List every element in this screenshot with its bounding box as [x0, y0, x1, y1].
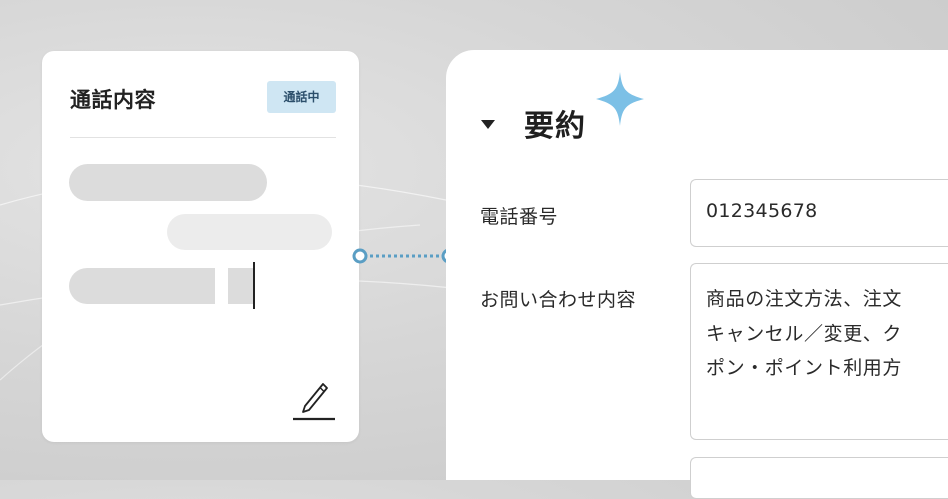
message-bubble — [69, 268, 215, 304]
caret-down-icon[interactable] — [480, 118, 496, 130]
call-transcript-card: 通話内容 通話中 — [42, 51, 359, 442]
inquiry-line: 商品の注文方法、注文 — [706, 288, 903, 310]
summary-title: 要約 — [524, 109, 586, 144]
additional-field[interactable] — [690, 457, 948, 499]
inquiry-line: ポン・ポイント利用方 — [706, 357, 903, 379]
phone-number-field[interactable]: 012345678 — [690, 179, 948, 247]
connector-dotted-link — [352, 248, 457, 264]
message-bubble — [69, 164, 267, 201]
inquiry-text: 商品の注文方法、注文 キャンセル／変更、ク ポン・ポイント利用方 — [706, 282, 948, 386]
inquiry-line: キャンセル／変更、ク — [706, 322, 903, 345]
message-bubble-partial — [228, 268, 254, 304]
summary-panel: 要約 電話番号 012345678 お問い合わせ内容 商品の注文方法、注文 キャン… — [446, 50, 948, 499]
call-card-title: 通話内容 — [70, 88, 156, 112]
divider — [70, 137, 336, 138]
sparkle-icon — [596, 72, 644, 126]
pencil-icon[interactable] — [293, 376, 335, 422]
inquiry-field[interactable]: 商品の注文方法、注文 キャンセル／変更、ク ポン・ポイント利用方 — [690, 263, 948, 440]
inquiry-label: お問い合わせ内容 — [480, 289, 637, 311]
phone-number-value: 012345678 — [706, 200, 818, 222]
text-cursor — [253, 262, 255, 309]
phone-number-label: 電話番号 — [480, 206, 559, 228]
call-status-badge: 通話中 — [267, 81, 336, 113]
message-bubble — [167, 214, 332, 250]
